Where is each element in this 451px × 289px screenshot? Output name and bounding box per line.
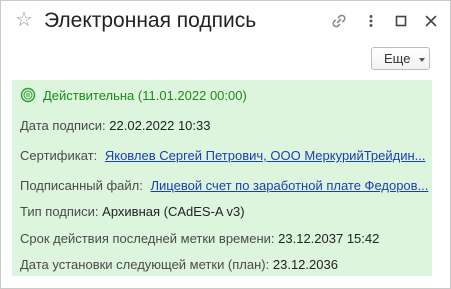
signature-type-label: Тип подписи:: [20, 204, 99, 219]
certificate-row: Сертификат: Яковлев Сергей Петрович, ООО…: [20, 148, 426, 163]
certificate-link[interactable]: Яковлев Сергей Петрович, ООО МеркурийТре…: [105, 148, 426, 163]
status-text: Действительна (11.01.2022 00:00): [43, 88, 247, 103]
signed-file-row: Подписанный файл: Лицевой счет по зарабо…: [20, 178, 428, 193]
signed-file-link[interactable]: Лицевой счет по заработной плате Федоров…: [151, 178, 429, 193]
link-icon[interactable]: [329, 11, 349, 31]
last-timestamp-value: 23.12.2037 15:42: [278, 231, 380, 246]
signing-date-value: 22.02.2022 10:33: [109, 118, 211, 133]
more-button-label: Еще: [384, 51, 411, 66]
signed-file-label: Подписанный файл:: [20, 178, 143, 193]
star-icon[interactable]: ☆: [15, 10, 33, 30]
more-button[interactable]: Еще: [371, 47, 430, 70]
chevron-down-icon: [419, 58, 425, 62]
valid-signature-icon: [20, 87, 36, 103]
more-vertical-icon[interactable]: [361, 11, 381, 31]
signature-type-value: Архивная (CAdES-A v3): [102, 204, 245, 219]
next-timestamp-label: Дата установки следующей метки (план):: [20, 257, 270, 272]
maximize-icon[interactable]: [391, 11, 411, 31]
window-title: Электронная подпись: [44, 9, 257, 32]
next-timestamp-value: 23.12.2036: [272, 257, 338, 272]
signature-window: ☆ Электронная подпись Еще Действительна …: [0, 0, 451, 289]
signing-date-label: Дата подписи:: [20, 118, 106, 133]
certificate-label: Сертификат:: [20, 148, 98, 163]
last-timestamp-label: Срок действия последней метки времени:: [20, 231, 275, 246]
title-bar: ☆ Электронная подпись: [1, 1, 450, 41]
close-icon[interactable]: [421, 11, 441, 31]
signing-date-row: Дата подписи: 22.02.2022 10:33: [20, 118, 211, 133]
last-timestamp-row: Срок действия последней метки времени: 2…: [20, 231, 379, 246]
next-timestamp-row: Дата установки следующей метки (план): 2…: [20, 257, 338, 272]
signature-details-panel: Действительна (11.01.2022 00:00) Дата по…: [12, 80, 432, 276]
signature-type-row: Тип подписи: Архивная (CAdES-A v3): [20, 204, 245, 219]
